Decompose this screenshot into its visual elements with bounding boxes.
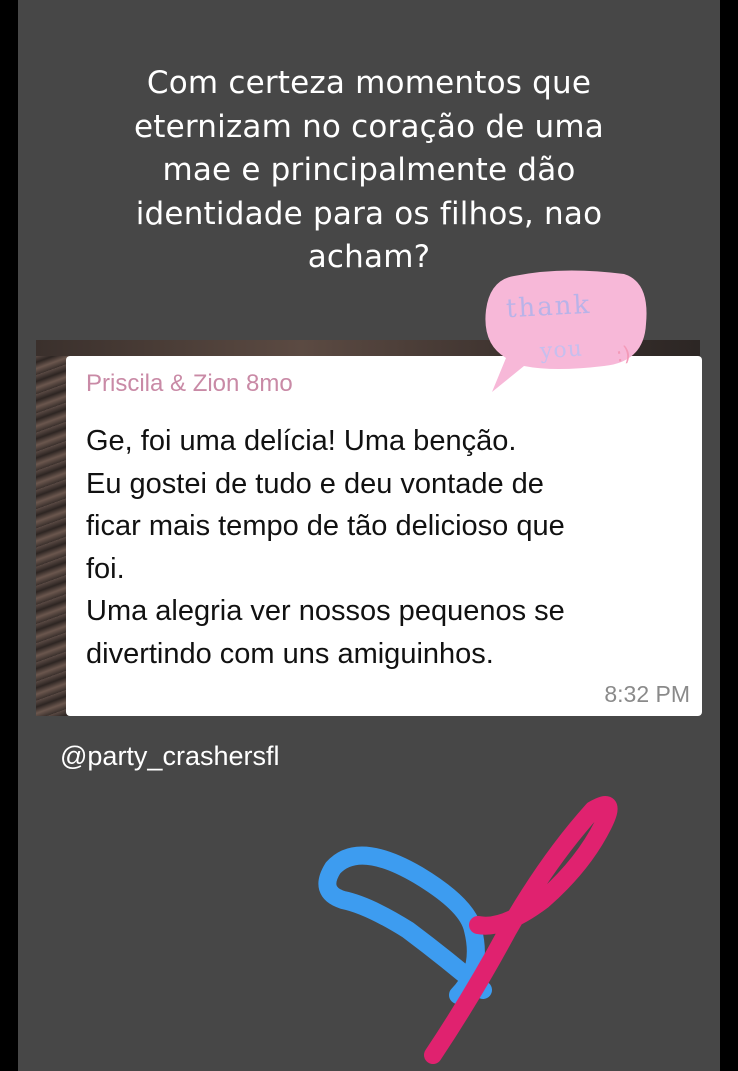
story-caption: Com certeza momentos que eternizam no co…: [18, 62, 720, 280]
message-line: Uma alegria ver nossos pequenos se: [86, 595, 565, 627]
heart-doodle-icon: [318, 796, 618, 1064]
message-text: Ge, foi uma delícia! Uma benção. Eu gost…: [86, 420, 696, 675]
message-line: foi.: [86, 552, 125, 585]
heart-blue-stroke: [318, 846, 492, 1004]
message-line: ficar mais tempo de tão delicioso que: [86, 510, 565, 542]
message-line: divertindo com uns amiguinhos.: [86, 637, 494, 670]
message-timestamp: 8:32 PM: [604, 681, 690, 707]
thank-you-sticker-icon: [485, 270, 647, 392]
sticker-smile: :): [614, 341, 633, 367]
sticker-speech-bubble: [485, 270, 647, 392]
caption-line: mae e principalmente dão: [162, 152, 576, 188]
caption-line: identidade para os filhos, nao: [135, 195, 603, 232]
caption-line: eternizam no coração de uma: [133, 108, 604, 145]
message-sender: Priscila & Zion 8mo: [86, 370, 293, 397]
screenshot-photo-edge: [36, 356, 68, 716]
sticker-text-you: you: [539, 336, 584, 365]
account-handle[interactable]: @party_crashersfl: [60, 741, 279, 772]
message-line: Ge, foi uma delícia! Uma benção.: [86, 425, 517, 457]
heart-pink-stroke: [424, 796, 618, 1064]
story-frame: Com certeza momentos que eternizam no co…: [18, 0, 720, 1071]
sticker-text-thank: thank: [505, 289, 592, 325]
message-line: Eu gostei de tudo e deu vontade de: [86, 467, 544, 500]
caption-line: Com certeza momentos que: [146, 65, 592, 101]
chat-message-bubble: Priscila & Zion 8mo Ge, foi uma delícia!…: [66, 356, 702, 716]
